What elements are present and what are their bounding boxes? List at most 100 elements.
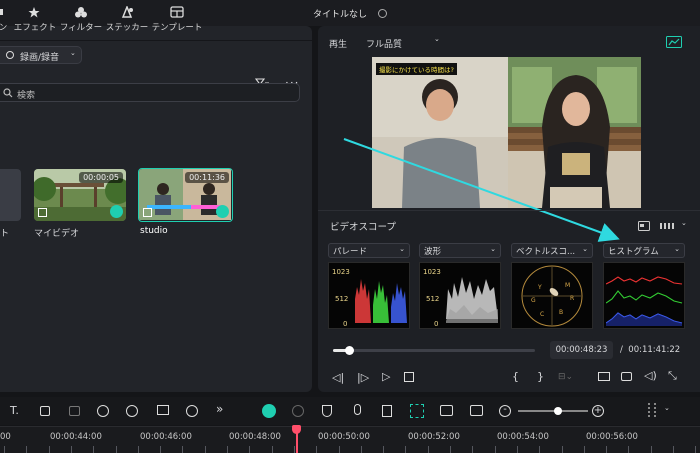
- microphone-icon[interactable]: [354, 404, 361, 415]
- scope-selector-vectorscope[interactable]: ベクトルスコ... ⌄: [511, 243, 593, 258]
- toolbar-filters[interactable]: フィルター: [59, 6, 103, 33]
- quality-dropdown[interactable]: フル品質 ⌄: [358, 35, 446, 51]
- scope-grid-icon[interactable]: [660, 223, 674, 229]
- color-icon[interactable]: [126, 405, 138, 417]
- svg-text:B: B: [559, 309, 563, 316]
- ruler-tick: [204, 446, 206, 453]
- ruler-tick: [137, 446, 139, 453]
- videoscope-title: ビデオスコープ: [330, 222, 396, 233]
- zoom-slider[interactable]: [518, 407, 588, 415]
- clip-name: マイビデオ: [34, 229, 80, 239]
- check-icon: [110, 205, 123, 218]
- waveform-graph: [446, 277, 498, 323]
- playback-progress-track[interactable]: [333, 346, 535, 355]
- volume-icon[interactable]: ◁): [644, 369, 657, 382]
- transition-icon[interactable]: [470, 405, 483, 416]
- ruler-tick: [650, 446, 652, 453]
- insert-clip-icon[interactable]: ⊟⌄: [558, 372, 573, 382]
- ruler-tick: [673, 446, 674, 453]
- snapshot-icon[interactable]: [621, 372, 632, 381]
- play-icon[interactable]: ▷: [382, 370, 390, 383]
- previous-frame-icon[interactable]: ◁|: [332, 371, 344, 384]
- speed-icon[interactable]: [97, 405, 109, 417]
- render-icon[interactable]: [440, 405, 453, 416]
- zoom-slider-knob[interactable]: [554, 407, 562, 415]
- filter-icon: [75, 7, 87, 18]
- display-icon[interactable]: [598, 372, 610, 381]
- waveform-scope: 1023 512 0: [419, 262, 501, 329]
- ruler-tick: [4, 446, 5, 453]
- ruler-tick: [606, 446, 608, 453]
- chevron-down-icon[interactable]: ⌄: [681, 219, 687, 227]
- toolbar-templates-label: テンプレート: [151, 23, 203, 33]
- chevron-down-icon[interactable]: ⌄: [664, 404, 670, 412]
- ruler-tick-label: 00:00:54:00: [497, 432, 549, 442]
- histogram-graph: [606, 276, 683, 326]
- clip-duration: 00:00:05: [79, 172, 123, 183]
- text-icon[interactable]: T.: [10, 404, 19, 417]
- media-clip[interactable]: [0, 169, 21, 221]
- saved-check-icon: [377, 9, 387, 18]
- effect-icon: [28, 7, 40, 18]
- timer-icon[interactable]: [186, 405, 198, 417]
- mark-out-button[interactable]: }: [537, 370, 544, 383]
- search-input[interactable]: 検索: [0, 83, 300, 102]
- scope-scale-bottom: 0: [343, 320, 348, 328]
- next-frame-icon[interactable]: |▷: [357, 371, 369, 384]
- scope-scale-mid: 512: [335, 295, 349, 303]
- media-clip-selected[interactable]: 00:11:36: [138, 168, 233, 222]
- toolbar-stickers[interactable]: ステッカー: [104, 6, 150, 33]
- film-icon: [38, 208, 47, 217]
- snap-icon[interactable]: [410, 404, 424, 418]
- video-caption: 撮影にかけている時間は?: [376, 63, 457, 75]
- toolbar-audio[interactable]: ン: [0, 6, 10, 33]
- ai-cutout-icon[interactable]: [69, 406, 80, 416]
- chevron-down-icon: ⌄: [399, 245, 405, 253]
- zoom-in-icon[interactable]: +: [592, 405, 604, 417]
- ruler-tick: [628, 446, 630, 453]
- vectorscope: Y M R G C B: [511, 262, 593, 329]
- vectorscope-graph: Y M R G C B: [521, 265, 583, 327]
- videoscope-divider: [318, 210, 700, 211]
- playback-label: 再生: [329, 40, 348, 50]
- ruler-tick: [316, 446, 318, 453]
- zoom-out-icon[interactable]: -: [499, 405, 511, 417]
- toolbar-divider: [0, 40, 312, 41]
- ruler-tick: [160, 446, 162, 453]
- chevron-down-icon: ⌄: [674, 245, 680, 253]
- scope-chart-icon[interactable]: [666, 36, 682, 48]
- stop-icon[interactable]: [404, 372, 414, 382]
- scope-layout-icon[interactable]: [638, 221, 650, 231]
- scope-selector-waveform[interactable]: 波形 ⌄: [419, 243, 501, 258]
- sticker-icon: [121, 6, 133, 18]
- track-settings-icon[interactable]: [648, 403, 656, 417]
- scope-selector-label: ベクトルスコ...: [516, 247, 576, 257]
- crop-icon[interactable]: [40, 406, 50, 416]
- fullscreen-icon[interactable]: ⤡: [668, 369, 677, 383]
- ruler-tick-label: 00:00:56:00: [586, 432, 638, 442]
- chevron-down-icon: ⌄: [434, 35, 440, 43]
- screen-record-icon[interactable]: [157, 405, 169, 415]
- ruler-tick-label: 00:00:48:00: [229, 432, 281, 442]
- ai-assistant-icon[interactable]: [262, 404, 276, 418]
- mark-in-button[interactable]: {: [512, 370, 519, 383]
- scope-selector-parade[interactable]: パレード ⌄: [328, 243, 410, 258]
- parade-graph: [355, 279, 407, 323]
- auto-play-icon[interactable]: [292, 405, 304, 417]
- toolbar-effects[interactable]: エフェクト: [12, 6, 58, 33]
- quality-dropdown-label: フル品質: [366, 40, 403, 50]
- ruler-tick: [539, 446, 541, 453]
- scope-scale-mid: 512: [426, 295, 440, 303]
- shield-icon[interactable]: [322, 405, 332, 417]
- audio-track-icon[interactable]: [382, 405, 392, 417]
- more-tools-icon[interactable]: »: [216, 402, 223, 416]
- project-title-text: タイトルなし: [313, 10, 368, 20]
- media-clip[interactable]: 00:00:05: [34, 169, 126, 221]
- ruler-tick: [271, 446, 273, 453]
- toolbar-templates[interactable]: テンプレート: [150, 6, 204, 33]
- scope-selector-histogram[interactable]: ヒストグラム ⌄: [603, 243, 685, 258]
- template-icon: [170, 6, 184, 18]
- record-dropdown[interactable]: 録画/録音 ⌄: [0, 46, 82, 64]
- check-icon: [216, 205, 229, 218]
- scope-selector-label: パレード: [333, 247, 368, 257]
